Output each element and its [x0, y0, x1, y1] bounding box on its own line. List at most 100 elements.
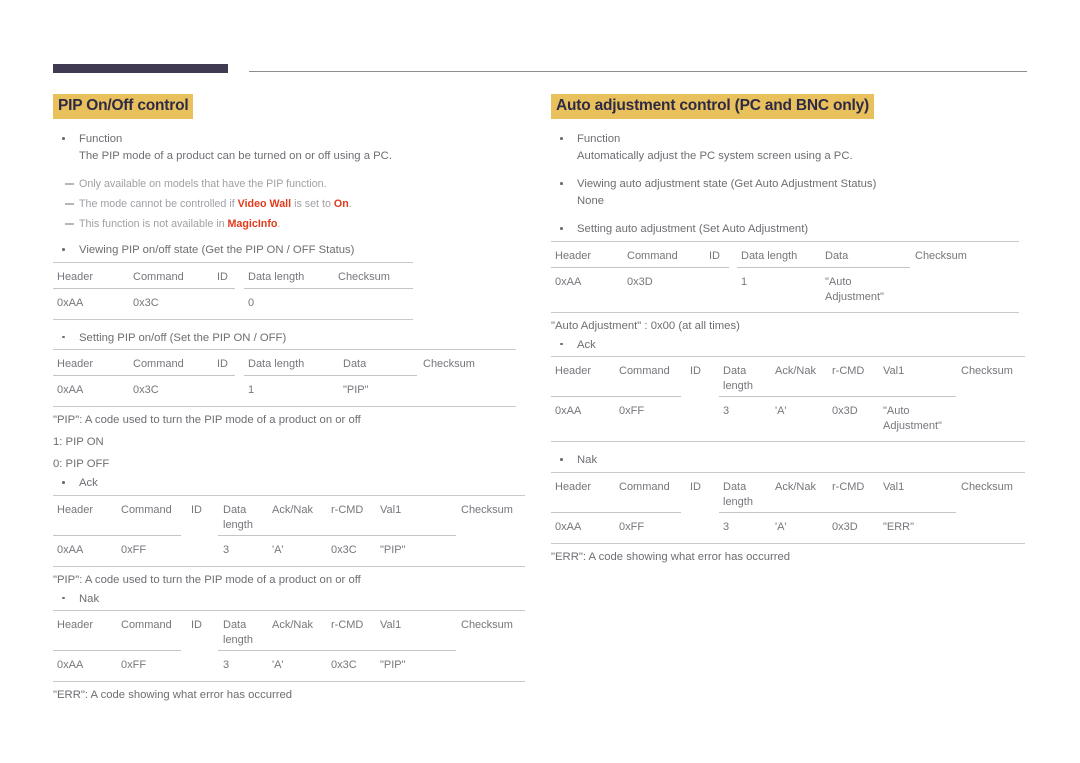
col-header-val1: Val1 — [380, 503, 402, 516]
cell-r-cmd: 0x3D — [832, 405, 858, 417]
col-header-checksum: Checksum — [961, 480, 1013, 493]
chapter-tab-marker — [53, 64, 228, 73]
table-ack-right: Header Command ID Data length Ack/Nak r-… — [551, 356, 1025, 442]
cell-ack-nak: 'A' — [272, 543, 284, 556]
col-header-command: Command — [619, 365, 670, 377]
bullet-dot-icon — [62, 248, 65, 251]
col-header-data: Data — [825, 249, 849, 262]
col-header-command: Command — [121, 503, 172, 516]
col-header-id: ID — [217, 270, 228, 283]
col-header-data-length: Data length — [223, 619, 253, 646]
cell-data: "PIP" — [343, 384, 369, 396]
cell-header: 0xAA — [555, 275, 582, 288]
cell-header: 0xAA — [57, 543, 84, 556]
table-body-row: 0xAA 0xFF 3 'A' 0x3C "PIP" — [53, 536, 525, 566]
bullet-label: Viewing auto adjustment state (Get Auto … — [577, 178, 877, 190]
pip-code-description: "PIP": A code used to turn the PIP mode … — [53, 414, 361, 426]
cell-command: 0x3C — [133, 384, 159, 396]
table-header-row: Header Command ID Data length Ack/Nak r-… — [551, 473, 1025, 513]
col-header-id: ID — [191, 503, 202, 516]
note-text-post: . — [277, 218, 281, 230]
col-header-command: Command — [121, 619, 172, 631]
bullet-nak-left: Nak — [53, 591, 528, 608]
col-header-checksum: Checksum — [338, 270, 390, 283]
cell-val1: "PIP" — [380, 543, 406, 556]
note-keyword-video-wall: Video Wall — [237, 198, 292, 210]
bullet-nak-right: Nak — [551, 452, 1028, 469]
dash-icon — [65, 203, 74, 205]
table-bottom-rule — [551, 542, 1025, 544]
bullet-label: Setting PIP on/off (Set the PIP ON / OFF… — [79, 331, 287, 344]
table-set-auto-adjustment: Header Command ID Data length Data Check… — [551, 240, 1019, 313]
cell-data-length: 1 — [248, 384, 255, 396]
col-header-id: ID — [709, 249, 720, 262]
bullet-label: Nak — [79, 592, 100, 605]
bullet-value: None — [577, 194, 605, 207]
bullet-dot-icon — [560, 342, 563, 346]
col-header-command: Command — [619, 480, 670, 493]
pip-on-value: 1: PIP ON — [53, 436, 104, 448]
err-code-description-left: "ERR": A code showing what error has occ… — [53, 689, 293, 701]
col-header-checksum: Checksum — [461, 619, 513, 631]
col-header-data-length: Data length — [741, 249, 798, 262]
cell-r-cmd: 0x3C — [331, 543, 357, 556]
col-header-data-length: Data length — [723, 365, 753, 392]
note-text-post: . — [348, 198, 352, 210]
cell-header: 0xAA — [555, 520, 582, 533]
cell-val1: "PIP" — [380, 659, 406, 671]
cell-val1: "ERR" — [883, 520, 915, 533]
bullet-label: Ack — [577, 338, 596, 351]
bullet-label: Nak — [577, 454, 598, 466]
page-top-rule — [53, 64, 1027, 74]
cell-command: 0xFF — [121, 659, 147, 671]
col-header-header: Header — [57, 270, 94, 283]
table-header-row: Header Command ID Data length Ack/Nak r-… — [53, 496, 525, 536]
header-divider-line — [249, 71, 1027, 72]
col-header-checksum: Checksum — [915, 249, 967, 262]
table-get-pip-status: Header Command ID Data length Checksum 0… — [53, 261, 413, 320]
cell-ack-nak: 'A' — [272, 659, 284, 671]
col-header-header: Header — [555, 249, 592, 262]
note-text-pre: This function is not available in — [79, 218, 228, 230]
cell-data-length: 3 — [223, 659, 230, 671]
bullet-viewing-pip-state: Viewing PIP on/off state (Get the PIP ON… — [53, 242, 528, 259]
document-page: PIP On/Off control Function The PIP mode… — [0, 0, 1080, 763]
bullet-dot-icon — [560, 182, 563, 185]
table-body-row: 0xAA 0x3C 1 "PIP" — [53, 376, 516, 406]
col-header-command: Command — [627, 249, 678, 262]
col-header-ack-nak: Ack/Nak — [775, 480, 816, 493]
cell-ack-nak: 'A' — [775, 520, 787, 533]
col-header-command: Command — [133, 270, 184, 283]
col-header-header: Header — [555, 480, 592, 493]
col-header-r-cmd: r-CMD — [331, 503, 364, 516]
bullet-dot-icon — [560, 227, 563, 230]
note-keyword-magicinfo: MagicInfo — [227, 218, 278, 230]
col-header-id: ID — [690, 365, 701, 377]
cell-header: 0xAA — [57, 384, 84, 396]
cell-data-length: 3 — [223, 543, 230, 556]
cell-data-length: 0 — [248, 296, 255, 309]
bullet-description: Automatically adjust the PC system scree… — [577, 149, 853, 162]
col-header-data-length: Data length — [248, 358, 305, 370]
bullet-dot-icon — [560, 458, 563, 461]
cell-data-length: 1 — [741, 275, 748, 288]
col-header-val1: Val1 — [883, 365, 905, 377]
table-body-row: 0xAA 0xFF 3 'A' 0x3C "PIP" — [53, 651, 525, 681]
cell-header: 0xAA — [57, 659, 84, 671]
cell-command: 0xFF — [619, 405, 645, 417]
cell-ack-nak: 'A' — [775, 405, 787, 417]
table-set-pip: Header Command ID Data length Data Check… — [53, 349, 516, 407]
col-header-data-length: Data length — [248, 270, 305, 283]
bullet-viewing-auto-adjustment: Viewing auto adjustment state (Get Auto … — [551, 176, 1028, 209]
table-header-row: Header Command ID Data length Ack/Nak r-… — [53, 611, 525, 651]
cell-r-cmd: 0x3C — [331, 659, 357, 671]
bullet-description: The PIP mode of a product can be turned … — [79, 149, 392, 162]
col-header-header: Header — [57, 358, 94, 370]
cell-header: 0xAA — [57, 296, 84, 309]
bullet-ack-left: Ack — [53, 475, 528, 492]
pip-code-description-2: "PIP": A code used to turn the PIP mode … — [53, 573, 361, 586]
pip-off-value: 0: PIP OFF — [53, 458, 110, 470]
dash-icon — [65, 223, 74, 225]
right-column: Auto adjustment control (PC and BNC only… — [551, 94, 1028, 568]
col-header-data: Data — [343, 358, 367, 370]
